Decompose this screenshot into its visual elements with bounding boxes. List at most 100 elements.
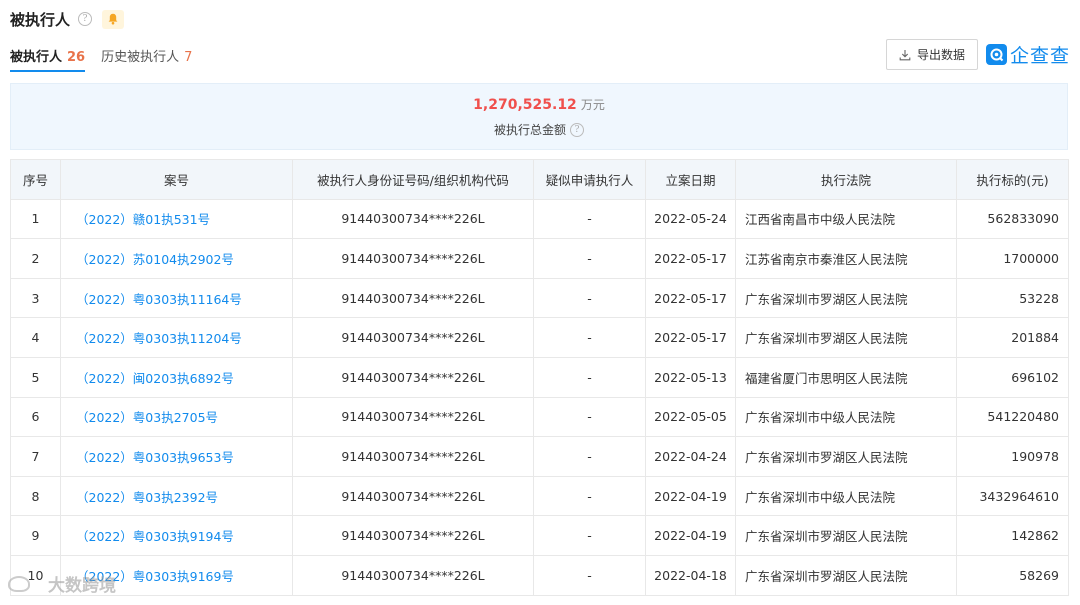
filing-date: 2022-05-17 xyxy=(645,277,736,319)
id-code: 91440300734****226L xyxy=(292,515,534,556)
case-number-link[interactable]: （2022）粤0303执9653号 xyxy=(60,436,293,477)
total-amount-label: 被执行总金额 xyxy=(493,123,566,137)
filing-date: 2022-05-13 xyxy=(645,356,736,398)
applicant: - xyxy=(533,356,646,398)
applicant: - xyxy=(533,277,646,319)
column-header[interactable]: 案号 xyxy=(60,159,293,200)
filing-date: 2022-05-24 xyxy=(645,198,736,240)
column-header[interactable]: 立案日期 xyxy=(645,159,736,200)
total-amount: 1,270,525.12 万元 xyxy=(11,96,1067,113)
tab-label: 历史被执行人 xyxy=(101,50,180,65)
total-amount-label-row: 被执行总金额 ? xyxy=(11,121,1067,138)
applicant: - xyxy=(533,475,646,517)
tab-history-executed[interactable]: 历史被执行人 7 xyxy=(101,46,192,72)
column-header[interactable]: 序号 xyxy=(10,159,61,200)
info-icon[interactable]: ? xyxy=(570,122,584,137)
court-name: 广东省深圳市罗湖区人民法院 xyxy=(735,515,957,556)
filing-date: 2022-04-19 xyxy=(645,515,736,556)
export-label: 导出数据 xyxy=(916,48,965,62)
column-header[interactable]: 被执行人身份证号码/组织机构代码 xyxy=(292,159,534,200)
filing-date: 2022-04-18 xyxy=(645,554,736,596)
execution-amount: 58269 xyxy=(956,554,1069,596)
bell-icon[interactable] xyxy=(102,9,125,29)
court-name: 广东省深圳市中级人民法院 xyxy=(735,396,957,438)
table-row: 7 （2022）粤0303执9653号 91440300734****226L -20… xyxy=(10,436,1069,477)
column-header[interactable]: 疑似申请执行人 xyxy=(533,159,646,200)
table-row: 6 （2022）粤03执2705号 91440300734****226L -2022… xyxy=(10,396,1069,438)
court-name: 江苏省南京市秦淮区人民法院 xyxy=(735,238,957,279)
total-amount-unit: 万元 xyxy=(580,98,605,112)
case-number-link[interactable]: （2022）赣01执531号 xyxy=(60,198,293,240)
table-row: 4 （2022）粤0303执11204号 91440300734****226L -2… xyxy=(10,317,1069,358)
case-number-link[interactable]: （2022）苏0104执2902号 xyxy=(60,238,293,279)
download-icon xyxy=(899,49,911,60)
case-number-link[interactable]: （2022）闽0203执6892号 xyxy=(60,356,293,398)
filing-date: 2022-04-19 xyxy=(645,475,736,517)
table-row: 2 （2022）苏0104执2902号 91440300734****226L -20… xyxy=(10,238,1069,279)
table-row: 5 （2022）闽0203执6892号 91440300734****226L -20… xyxy=(10,356,1069,398)
row-index: 6 xyxy=(10,396,61,438)
applicant: - xyxy=(533,317,646,358)
id-code: 91440300734****226L xyxy=(292,277,534,319)
info-icon[interactable]: ? xyxy=(78,12,93,26)
total-amount-value: 1,270,525.12 xyxy=(473,97,577,113)
case-number-link[interactable]: （2022）粤0303执9194号 xyxy=(60,515,293,556)
filing-date: 2022-05-05 xyxy=(645,396,736,438)
column-header[interactable]: 执行标的(元) xyxy=(956,159,1069,200)
applicant: - xyxy=(533,396,646,438)
filing-date: 2022-05-17 xyxy=(645,317,736,358)
execution-amount: 696102 xyxy=(956,356,1069,398)
table-row: 8 （2022）粤03执2392号 91440300734****226L -2022… xyxy=(10,475,1069,517)
id-code: 91440300734****226L xyxy=(292,198,534,240)
execution-amount: 3432964610 xyxy=(956,475,1069,517)
row-index: 2 xyxy=(10,238,61,279)
court-name: 福建省厦门市思明区人民法院 xyxy=(735,356,957,398)
applicant: - xyxy=(533,554,646,596)
table-row: 9 （2022）粤0303执9194号 91440300734****226L -20… xyxy=(10,515,1069,556)
row-index: 1 xyxy=(10,198,61,240)
tab-count: 7 xyxy=(184,50,193,65)
court-name: 广东省深圳市罗湖区人民法院 xyxy=(735,436,957,477)
id-code: 91440300734****226L xyxy=(292,356,534,398)
logo-text: 企查查 xyxy=(1010,44,1071,67)
total-amount-summary: 1,270,525.12 万元 被执行总金额 ? xyxy=(10,83,1068,150)
filing-date: 2022-04-24 xyxy=(645,436,736,477)
table-row: 1 （2022）赣01执531号 91440300734****226L -2022-… xyxy=(10,198,1069,240)
id-code: 91440300734****226L xyxy=(292,396,534,438)
qichacha-logo: 企查查 xyxy=(986,40,1070,68)
execution-amount: 201884 xyxy=(956,317,1069,358)
execution-amount: 53228 xyxy=(956,277,1069,319)
execution-amount: 190978 xyxy=(956,436,1069,477)
applicant: - xyxy=(533,436,646,477)
table-row: 3 （2022）粤0303执11164号 91440300734****226L -2… xyxy=(10,277,1069,319)
row-index: 10 xyxy=(10,554,61,596)
row-index: 3 xyxy=(10,277,61,319)
id-code: 91440300734****226L xyxy=(292,554,534,596)
row-index: 7 xyxy=(10,436,61,477)
execution-amount: 562833090 xyxy=(956,198,1069,240)
tab-bar: 被执行人 26 历史被执行人 7 xyxy=(10,46,208,72)
column-header[interactable]: 执行法院 xyxy=(735,159,957,200)
applicant: - xyxy=(533,238,646,279)
row-index: 4 xyxy=(10,317,61,358)
case-number-link[interactable]: （2022）粤03执2705号 xyxy=(60,396,293,438)
case-number-link[interactable]: （2022）粤0303执11164号 xyxy=(60,277,293,319)
id-code: 91440300734****226L xyxy=(292,238,534,279)
row-index: 5 xyxy=(10,356,61,398)
table-header-row: 序号 案号 被执行人身份证号码/组织机构代码 疑似申请执行人 立案日期 执行法院… xyxy=(10,159,1069,200)
table-row: 10 （2022）粤0303执9169号 91440300734****226L -2… xyxy=(10,554,1069,596)
tab-current-executed[interactable]: 被执行人 26 xyxy=(10,46,86,72)
case-number-link[interactable]: （2022）粤0303执9169号 xyxy=(60,554,293,596)
row-index: 8 xyxy=(10,475,61,517)
execution-amount: 1700000 xyxy=(956,238,1069,279)
logo-icon xyxy=(986,43,1007,65)
filing-date: 2022-05-17 xyxy=(645,238,736,279)
tab-label: 被执行人 xyxy=(10,50,63,65)
applicant: - xyxy=(533,198,646,240)
executed-persons-table: 序号 案号 被执行人身份证号码/组织机构代码 疑似申请执行人 立案日期 执行法院… xyxy=(10,159,1069,596)
id-code: 91440300734****226L xyxy=(292,436,534,477)
case-number-link[interactable]: （2022）粤03执2392号 xyxy=(60,475,293,517)
export-button[interactable]: 导出数据 xyxy=(886,39,978,70)
case-number-link[interactable]: （2022）粤0303执11204号 xyxy=(60,317,293,358)
court-name: 广东省深圳市罗湖区人民法院 xyxy=(735,277,957,319)
